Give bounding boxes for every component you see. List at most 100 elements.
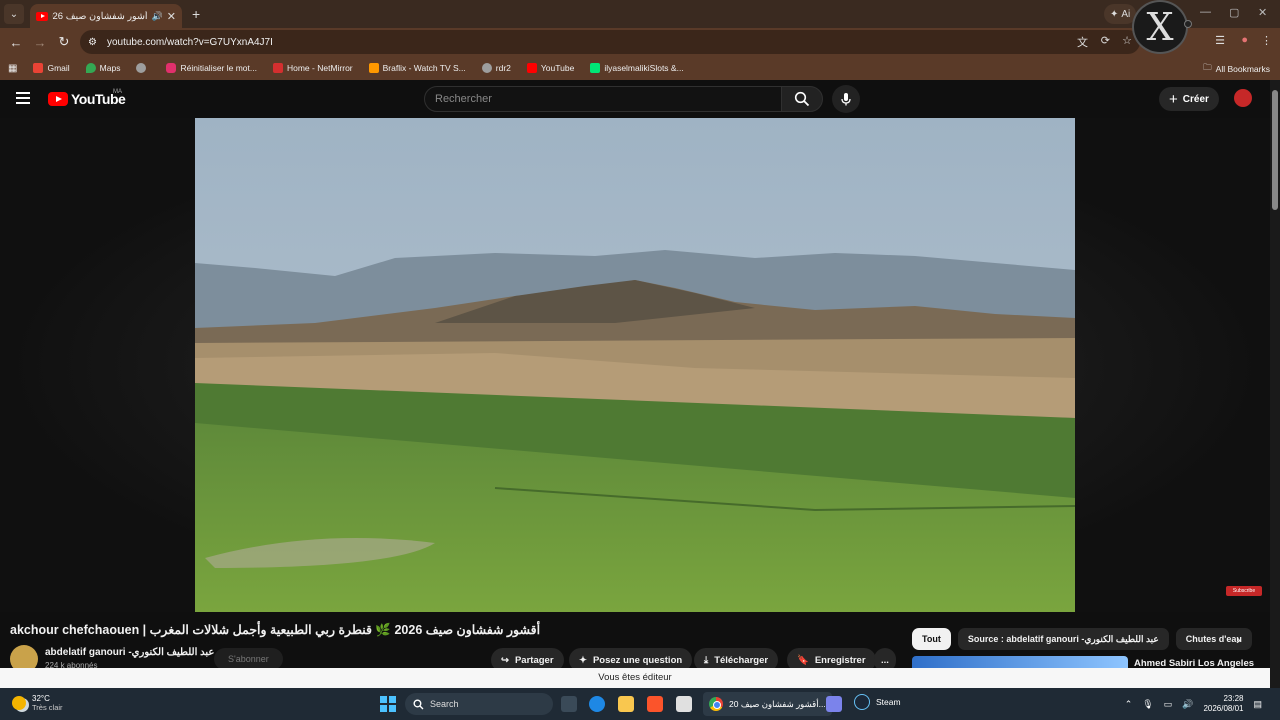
bookmark-gmail[interactable]: Gmail [33, 63, 70, 73]
search-button[interactable] [781, 86, 823, 112]
instagram-icon [166, 63, 177, 73]
all-bookmarks-button[interactable]: 🗀 All Bookmarks [1203, 62, 1270, 76]
minimize-icon[interactable]: — [1200, 6, 1211, 18]
video-player[interactable] [195, 118, 1075, 612]
notifications-icon[interactable]: ▤ [1253, 699, 1262, 710]
weather-temperature: 32°C [32, 694, 50, 703]
recommendation-chips: Tout Source : abdelatif ganouri -عبد الل… [912, 628, 1252, 650]
taskbar-chrome-window[interactable]: أقشور شفشاون صيف 20... [703, 692, 832, 716]
reload-icon[interactable]: ↻ [52, 34, 76, 50]
video-title: akchour chefchaouen | أقشور شفشاون صيف 2… [10, 623, 541, 637]
tab-search-button[interactable]: ⌄ [4, 4, 24, 24]
overlay-status-dot [1184, 20, 1192, 28]
voice-search-button[interactable] [832, 85, 860, 113]
address-bar[interactable]: ⚙ youtube.com/watch?v=G7UYxnA4J7I [80, 30, 1140, 54]
youtube-play-logo-icon [48, 92, 68, 106]
chip-all[interactable]: Tout [912, 628, 951, 650]
youtube-icon [526, 63, 537, 73]
bookmark-globe[interactable] [136, 63, 150, 73]
account-avatar[interactable] [1234, 89, 1252, 107]
maximize-icon[interactable]: ▢ [1229, 6, 1239, 19]
scrollbar-thumb[interactable] [1272, 90, 1278, 210]
braflix-icon [368, 63, 379, 73]
taskbar-steam[interactable]: Steam [854, 694, 901, 710]
editor-notice-bar: Vous êtes éditeur [0, 668, 1270, 688]
apps-grid-icon[interactable]: ▦ [8, 63, 17, 74]
bookmarks-bar: ▦ Gmail Maps Réinitialiser le mot... Hom… [0, 56, 1280, 80]
bookmark-netmirror[interactable]: Home - NetMirror [272, 63, 353, 73]
clock[interactable]: 23:28 2026/08/01 [1203, 694, 1243, 714]
country-code: MA [113, 89, 122, 95]
bookmark-braflix[interactable]: Braflix - Watch TV S... [368, 63, 466, 73]
gmail-icon [33, 63, 44, 73]
steam-icon [854, 694, 870, 710]
profile-icon[interactable]: ● [1241, 34, 1248, 46]
edge-browser-icon[interactable] [589, 696, 605, 712]
bookmark-youtube[interactable]: YouTube [526, 63, 574, 73]
bookmark-rdr2[interactable]: rdr2 [481, 63, 511, 73]
taskbar-search[interactable]: Search [405, 693, 553, 715]
window-close-icon[interactable]: ✕ [1258, 6, 1267, 19]
page-scrollbar[interactable] [1270, 80, 1280, 690]
store-icon[interactable] [676, 696, 692, 712]
tab-groups-icon[interactable]: ☰ [1215, 34, 1225, 47]
x-overlay-app-icon[interactable]: X [1132, 0, 1188, 54]
weather-description: Très clair [32, 703, 63, 712]
plus-icon: + [1169, 90, 1178, 108]
menu-hamburger-icon[interactable] [16, 92, 30, 104]
volume-icon[interactable]: 🔊 [1182, 699, 1193, 710]
new-tab-button[interactable]: + [192, 6, 200, 22]
ai-chip-label: Ai [1121, 8, 1131, 20]
chrome-icon [709, 697, 723, 711]
sparkle-icon: ✦ [1110, 8, 1119, 20]
browser-menu-icon[interactable]: ⋮ [1261, 34, 1272, 47]
chip-source[interactable]: Source : abdelatif ganouri -عبد اللطيف ا… [957, 628, 1169, 650]
video-info-section: akchour chefchaouen | أقشور شفشاون صيف 2… [0, 612, 1270, 673]
audio-playing-icon[interactable]: 🔊 [152, 11, 163, 22]
globe-icon [136, 63, 147, 73]
system-tray: ⌃ 🎙 ▭ 🔊 23:28 2026/08/01 ▤ [1125, 694, 1262, 714]
youtube-header: YouTube MA Rechercher + Créer [0, 80, 1280, 118]
bookmark-slots[interactable]: ilyaselmalikiSlots &... [590, 63, 684, 73]
microphone-tray-icon[interactable]: 🎙 [1142, 699, 1153, 710]
back-arrow-icon[interactable]: ← [4, 35, 28, 50]
clock-time: 23:28 [1223, 694, 1244, 703]
windows-start-icon[interactable] [380, 696, 396, 712]
search-icon [413, 698, 424, 709]
brave-browser-icon[interactable] [647, 696, 663, 712]
kick-icon [590, 63, 601, 73]
forward-arrow-icon[interactable]: → [28, 35, 52, 50]
netmirror-icon [272, 63, 283, 73]
windows-taskbar: 32°C Très clair Search أقشور شفشاون صيف … [0, 688, 1280, 720]
teams-icon[interactable] [826, 696, 842, 712]
microphone-icon [841, 93, 851, 106]
create-button[interactable]: + Créer [1159, 87, 1219, 111]
browser-tab-strip: ⌄ أشور شفشاون صيف 2026 🌿 قنطرة ربي 🔊 ✕ +… [0, 0, 1280, 28]
task-view-icon[interactable] [561, 696, 577, 712]
bookmark-star-icon[interactable]: ☆ [1122, 34, 1132, 47]
weather-widget[interactable]: 32°C Très clair [12, 694, 63, 712]
translate-icon[interactable]: 文 [1077, 34, 1088, 50]
cast-icon[interactable]: ⟳ [1101, 34, 1110, 47]
file-explorer-icon[interactable] [618, 696, 634, 712]
subscribe-watermark[interactable]: Subscribe [1226, 586, 1262, 596]
network-icon[interactable]: ▭ [1164, 699, 1173, 710]
search-placeholder: Rechercher [435, 93, 492, 105]
tab-title: أشور شفشاون صيف 2026 🌿 قنطرة ربي [52, 10, 148, 22]
url-text: youtube.com/watch?v=G7UYxnA4J7I [106, 36, 273, 48]
channel-name[interactable]: abdelatif ganouri -عبد اللطيف الكنوري [45, 647, 214, 658]
tab-close-icon[interactable]: ✕ [167, 10, 176, 23]
tray-overflow-chevron-icon[interactable]: ⌃ [1125, 699, 1133, 710]
download-icon: ⤓ [704, 654, 709, 666]
ai-mode-chip[interactable]: ✦ Ai [1104, 4, 1137, 24]
youtube-favicon-icon [36, 11, 48, 21]
site-info-icon[interactable]: ⚙ [88, 37, 97, 48]
search-input[interactable]: Rechercher [424, 86, 782, 112]
browser-tab-active[interactable]: أشور شفشاون صيف 2026 🌿 قنطرة ربي 🔊 ✕ [30, 4, 182, 28]
bookmark-maps[interactable]: Maps [85, 63, 120, 73]
video-frame-landscape [195, 118, 1075, 612]
bookmark-instagram[interactable]: Réinitialiser le mot... [166, 63, 257, 73]
weather-sun-icon [12, 696, 26, 710]
subscribe-button[interactable]: S'abonner [214, 648, 283, 670]
chips-next-chevron-icon[interactable]: › [1236, 631, 1241, 647]
